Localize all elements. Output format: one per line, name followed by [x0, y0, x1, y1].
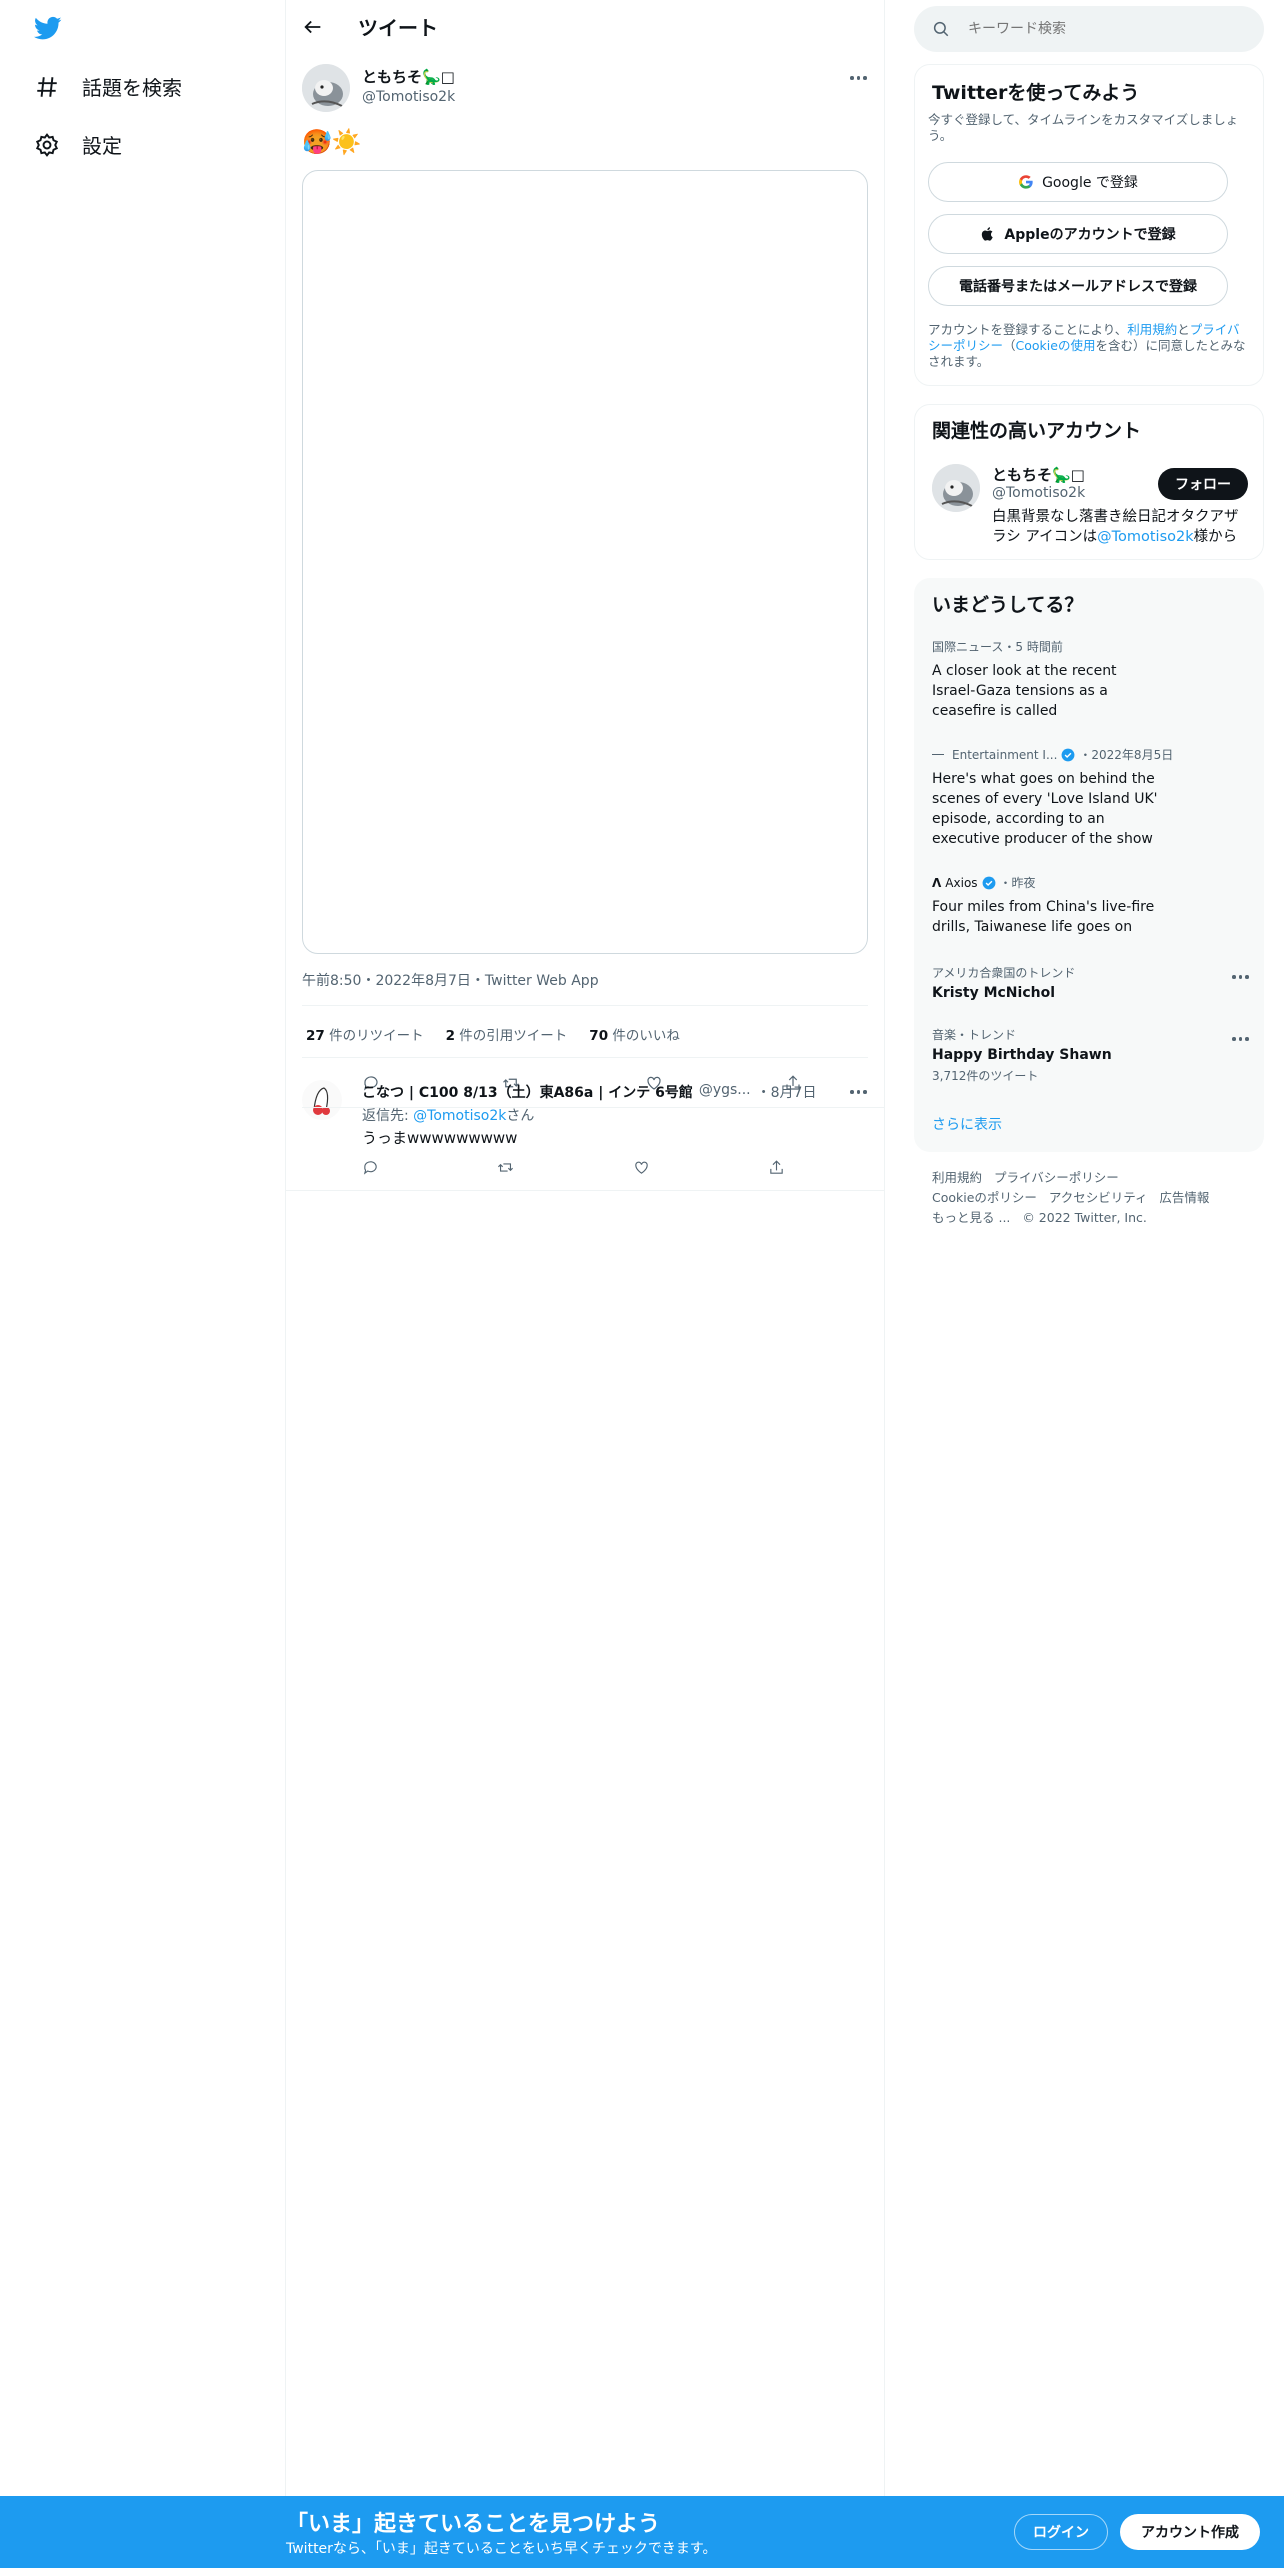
share-icon[interactable] — [768, 1159, 785, 1176]
apple-signup-button[interactable]: Appleのアカウントで登録 — [928, 214, 1228, 254]
apple-signup-label: Appleのアカウントで登録 — [1004, 227, 1176, 243]
trend-item[interactable]: 国際ニュース・5 時間前 A closer look at the recent… — [932, 638, 1152, 721]
reply-icon[interactable] — [362, 1159, 379, 1176]
cookie-link[interactable]: Cookieの使用 — [1016, 338, 1096, 353]
reply-action-bar — [362, 1159, 785, 1179]
tweet-text: 🥵☀️ — [302, 128, 362, 156]
nav-item-explore[interactable]: 話題を検索 — [34, 72, 182, 101]
bio-link[interactable]: @Tomotiso2k — [1097, 529, 1194, 545]
related-title: 関連性の高いアカウント — [932, 420, 1142, 442]
footer-link[interactable]: Cookieのポリシー — [932, 1190, 1037, 1205]
related-avatar[interactable] — [932, 464, 980, 512]
back-button[interactable] — [302, 16, 324, 38]
footer-link[interactable]: 広告情報 — [1159, 1190, 1209, 1205]
reply-more-options-icon[interactable] — [850, 1090, 867, 1094]
quotes-stat[interactable]: 2 件の引用ツイート — [446, 1024, 568, 1044]
trend-item[interactable]: Λ Axios ・昨夜 Four miles from China's live… — [932, 874, 1172, 937]
verified-badge-icon — [982, 876, 996, 890]
signup-subtitle: 今すぐ登録して、タイムラインをカスタマイズしましょう。 — [928, 112, 1239, 143]
divider — [302, 1057, 868, 1058]
retweets-stat[interactable]: 27 件のリツイート — [306, 1024, 424, 1044]
trend-more-options-icon[interactable] — [1232, 1037, 1249, 1041]
verified-badge-icon — [1061, 748, 1075, 762]
google-signup-button[interactable]: Google で登録 — [928, 162, 1228, 202]
signup-title: Twitterを使ってみよう — [932, 82, 1140, 104]
reply-header: こなつ | C100 8/13（土）東A86a | インテ 6号館 @ygs..… — [362, 1082, 822, 1102]
twitter-logo-icon[interactable] — [32, 14, 64, 42]
author-handle[interactable]: @Tomotiso2k — [362, 89, 455, 105]
tweet-stats: 27 件のリツイート 2 件の引用ツイート 70 件のいいね — [306, 1024, 680, 1044]
apple-icon — [980, 226, 996, 242]
show-more-link[interactable]: さらに表示 — [932, 1114, 1002, 1134]
footer-links: 利用規約 プライバシーポリシー Cookieのポリシー アクセシビリティ 広告情… — [932, 1168, 1252, 1228]
banner-title: 「いま」起きていることを見つけよう — [286, 2512, 661, 2537]
related-bio: 白黒背景なし落書き絵日記オタクアザラシ アイコンは@Tomotiso2k様から — [992, 509, 1239, 545]
trend-item[interactable]: アメリカ合衆国のトレンド Kristy McNichol — [932, 964, 1232, 1003]
trend-more-options-icon[interactable] — [1232, 975, 1249, 979]
google-icon — [1018, 174, 1034, 190]
reply-author-name[interactable]: こなつ | C100 8/13（土）東A86a | インテ 6号館 — [362, 1082, 693, 1102]
create-account-button[interactable]: アカウント作成 — [1120, 2514, 1260, 2550]
reply-author-handle[interactable]: @ygs... — [699, 1082, 751, 1102]
tweet-meta[interactable]: 午前8:50・2022年8月7日・Twitter Web App — [302, 970, 599, 990]
phone-email-signup-button[interactable]: 電話番号またはメールアドレスで登録 — [928, 266, 1228, 306]
footer-link[interactable]: プライバシーポリシー — [994, 1170, 1119, 1185]
footer-more-link[interactable]: もっと見る ... — [932, 1210, 1010, 1225]
reply-text: うっまwwwwwwwww — [362, 1129, 518, 1147]
retweet-icon[interactable] — [497, 1159, 514, 1176]
divider — [302, 1005, 868, 1006]
search-input[interactable] — [968, 21, 1228, 37]
right-column-border — [884, 0, 885, 2568]
trend-item[interactable]: 音楽・トレンド Happy Birthday Shawn 3,712件のツイート — [932, 1026, 1232, 1084]
trend-item[interactable]: Entertainment I... ・2022年8月5日 Here's wha… — [932, 746, 1182, 849]
avatar[interactable] — [302, 64, 350, 112]
left-column-border — [285, 0, 286, 2568]
more-options-icon[interactable] — [850, 76, 867, 80]
reply-date[interactable]: ・8月7日 — [757, 1082, 817, 1102]
divider — [285, 1190, 884, 1191]
likes-stat[interactable]: 70 件のいいね — [589, 1024, 680, 1044]
search-icon — [932, 20, 950, 38]
axios-logo-icon: Λ — [932, 875, 942, 890]
google-signup-label: Google で登録 — [1042, 175, 1138, 191]
login-button[interactable]: ログイン — [1014, 2514, 1108, 2550]
related-handle[interactable]: @Tomotiso2k — [992, 485, 1085, 501]
gear-icon — [34, 132, 60, 158]
page-title: ツイート — [358, 16, 438, 40]
footer-link[interactable]: 利用規約 — [932, 1170, 982, 1185]
tweet-media[interactable] — [302, 170, 868, 954]
author-name[interactable]: ともちそ🦕□ — [362, 66, 455, 87]
arrow-left-icon — [302, 16, 324, 38]
reply-to: 返信先: @Tomotiso2kさん — [362, 1108, 535, 1124]
news-source-icon — [932, 754, 944, 755]
terms-link[interactable]: 利用規約 — [1127, 322, 1177, 337]
like-icon[interactable] — [633, 1159, 650, 1176]
phone-email-signup-label: 電話番号またはメールアドレスで登録 — [959, 279, 1197, 295]
related-name[interactable]: ともちそ🦕□ — [992, 464, 1085, 485]
follow-button[interactable]: フォロー — [1158, 468, 1248, 500]
copyright: © 2022 Twitter, Inc. — [1022, 1210, 1147, 1225]
hashtag-icon — [34, 74, 60, 100]
nav-item-label: 設定 — [82, 134, 122, 158]
search-bar[interactable] — [914, 6, 1264, 52]
trends-title: いまどうしてる？ — [932, 594, 1084, 616]
signup-terms: アカウントを登録することにより、利用規約とプライバシーポリシー（Cookieの使… — [928, 322, 1246, 369]
nav-item-settings[interactable]: 設定 — [34, 130, 122, 159]
footer-link[interactable]: アクセシビリティ — [1049, 1190, 1148, 1205]
reply-to-link[interactable]: @Tomotiso2k — [413, 1108, 506, 1124]
banner-subtitle: Twitterなら、「いま」起きていることをいち早くチェックできます。 — [286, 2541, 717, 2557]
nav-item-label: 話題を検索 — [82, 76, 182, 100]
reply-avatar[interactable] — [302, 1080, 342, 1120]
